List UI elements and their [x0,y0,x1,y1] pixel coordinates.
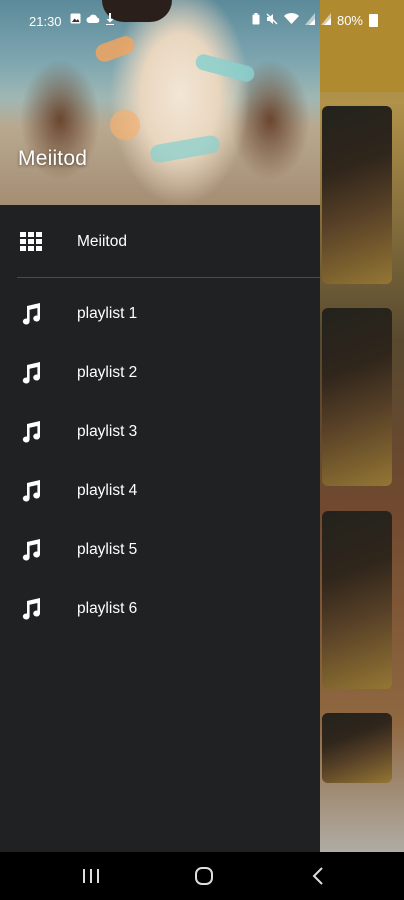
gallery-icon [70,13,81,28]
download-icon [105,13,115,28]
drawer-item-playlist-2[interactable]: playlist 2 [0,343,320,402]
cloud-icon [86,13,100,28]
drawer-scrim[interactable] [320,0,404,852]
signal-icon [320,13,331,28]
drawer-item-home[interactable]: Meiitod [0,212,320,271]
drawer-item-label: playlist 6 [77,599,138,617]
status-bar: 21:30 80% [0,0,404,42]
home-icon[interactable] [189,864,219,888]
wifi-icon [283,13,299,28]
drawer-item-playlist-6[interactable]: playlist 6 [0,579,320,638]
music-note-icon [19,597,43,621]
drawer-item-label: Meiitod [77,232,127,250]
music-note-icon [19,420,43,444]
divider [17,277,320,278]
status-time: 21:30 [29,14,62,29]
drawer-header-title: Meiitod [18,147,88,170]
music-note-icon [19,479,43,503]
battery-icon [369,14,378,27]
drawer-item-playlist-5[interactable]: playlist 5 [0,520,320,579]
navigation-drawer: Meiitod Meiitod playlist 1 playlist 2 pl… [0,0,320,852]
music-note-icon [19,361,43,385]
recent-apps-icon[interactable] [76,864,106,888]
system-nav-bar [0,852,404,900]
signal-icon [304,13,315,28]
drawer-item-label: playlist 2 [77,363,138,381]
drawer-item-playlist-3[interactable]: playlist 3 [0,402,320,461]
drawer-item-label: playlist 1 [77,304,138,322]
mute-icon [266,13,278,28]
drawer-item-playlist-4[interactable]: playlist 4 [0,461,320,520]
drawer-menu: Meiitod playlist 1 playlist 2 playlist 3 [0,212,320,638]
grid-icon [19,230,43,254]
battery-percent: 80% [336,13,363,28]
music-note-icon [19,538,43,562]
drawer-item-label: playlist 4 [77,481,138,499]
battery-saver-icon [252,13,260,28]
back-icon[interactable] [303,864,333,888]
drawer-item-label: playlist 5 [77,540,138,558]
drawer-item-label: playlist 3 [77,422,138,440]
drawer-item-playlist-1[interactable]: playlist 1 [0,284,320,343]
music-note-icon [19,302,43,326]
